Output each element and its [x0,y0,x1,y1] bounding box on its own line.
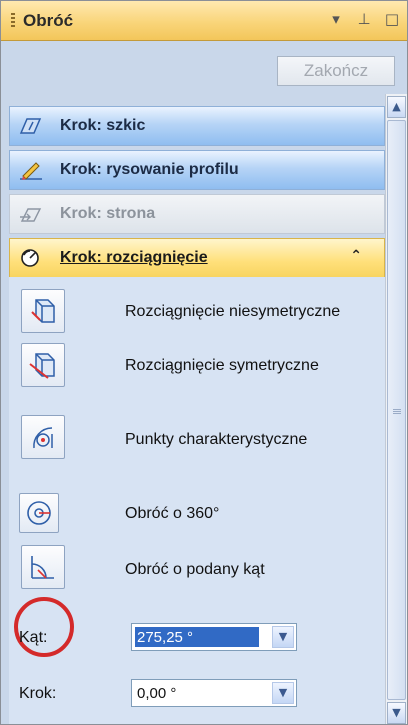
title-bar[interactable]: Obróć ▾ ⊥ □ [1,1,407,41]
pencil-icon [20,162,42,180]
extrude-options: Rozciągnięcie niesymetryczne Rozciągnięc… [9,277,385,724]
tool-label: Obróć o 360° [125,505,220,522]
scroll-grip-icon [393,409,401,415]
step-label: Krok: rysowanie profilu [60,161,239,178]
tool-label: Rozciągnięcie symetryczne [125,357,319,374]
pin-icon[interactable]: ⊥ [355,10,373,28]
symmetric-extrude-icon [29,353,55,379]
step-label: Krok: rozciągnięcie [60,249,208,266]
asymmetric-extrude-button[interactable] [21,289,65,333]
step-label: Krok: [19,685,57,702]
tool-label: Rozciągnięcie niesymetryczne [125,303,341,320]
symmetric-extrude-button[interactable] [21,343,65,387]
steps-content: Krok: szkic Krok: rysowanie profilu Krok… [1,94,385,724]
step-combo[interactable]: ▼ [131,679,297,707]
rotate-angle-button[interactable] [21,545,65,589]
drag-grip-icon[interactable] [11,13,15,29]
chevron-down-icon[interactable]: ▼ [272,682,294,704]
menu-dropdown-icon[interactable]: ▾ [327,10,345,28]
step-draw-profile[interactable]: Krok: rysowanie profilu [9,150,385,190]
side-step-icon [20,208,42,222]
rotate-360-button[interactable] [19,493,59,533]
chevron-down-icon[interactable]: ▼ [272,626,294,648]
step-input[interactable] [135,683,259,703]
finish-button[interactable]: Zakończ [277,56,395,86]
rotate-360-icon [27,501,51,525]
scroll-up-icon[interactable]: ▲ [387,96,406,118]
key-points-button[interactable] [21,415,65,459]
key-points-icon [33,427,53,449]
scroll-thumb[interactable] [387,120,406,700]
rotate-angle-icon [31,556,54,579]
tool-label: Punkty charakterystyczne [125,431,308,448]
step-extrude[interactable]: Krok: rozciągnięcie ⌃ [9,238,385,278]
sketch-step-icon [19,118,42,134]
angle-label: Kąt: [19,629,48,646]
step-label: Krok: strona [60,205,156,222]
step-sketch[interactable]: Krok: szkic [9,106,385,146]
vertical-scrollbar[interactable]: ▲ ▼ [385,94,407,724]
collapse-chevron-icon[interactable]: ⌃ [350,248,362,264]
scroll-down-icon[interactable]: ▼ [387,702,406,724]
asymmetric-extrude-icon [31,299,55,323]
panel-title: Obróć [23,11,74,30]
step-label: Krok: szkic [60,117,146,134]
step-side: Krok: strona [9,194,385,234]
rotate-panel: Obróć ▾ ⊥ □ Zakończ Krok: szkic Krok: ry… [0,0,408,725]
finish-row: Zakończ [1,42,407,94]
angle-input[interactable] [135,627,259,647]
highlight-ring [14,597,74,657]
extrude-step-icon [21,249,39,267]
maximize-icon[interactable]: □ [383,10,401,28]
angle-combo[interactable]: ▼ [131,623,297,651]
tool-label: Obróć o podany kąt [125,561,265,578]
window-controls: ▾ ⊥ □ [327,10,401,28]
